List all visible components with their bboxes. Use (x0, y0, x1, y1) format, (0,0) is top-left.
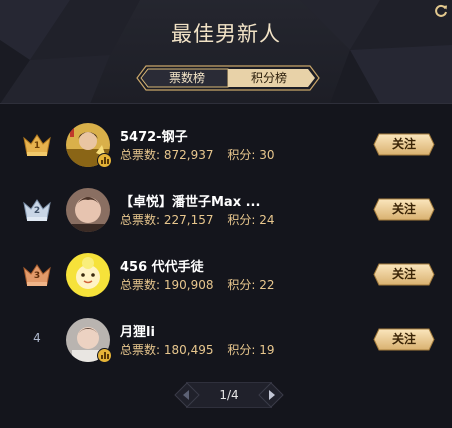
follow-label: 关注 (391, 137, 416, 151)
score-value: 22 (259, 278, 275, 292)
rank-number: 1 (33, 141, 41, 151)
page-indicator: 1/4 (219, 388, 239, 402)
tab-votes[interactable]: 票数榜 (146, 65, 228, 91)
follow-button[interactable]: 关注 (373, 328, 435, 351)
votes-value: 872,937 (163, 148, 214, 162)
votes-label: 总票数: (120, 213, 161, 227)
page-title: 最佳男新人 (171, 22, 281, 46)
follow-label: 关注 (391, 202, 416, 216)
bronze-crown-icon: 3 (21, 262, 53, 288)
score-value: 19 (259, 343, 275, 357)
pagination: 1/4 (174, 382, 284, 408)
votes-label: 总票数: (120, 148, 161, 162)
list-item: 2 【卓悦】潘世子Max ... 总票数: 227,157 积分: 24 关注 (0, 181, 452, 239)
votes-label: 总票数: (120, 343, 161, 357)
votes-value: 180,495 (163, 343, 214, 357)
stats: 总票数: 872,937 积分: 30 (120, 146, 274, 163)
streamer-name[interactable]: 【卓悦】潘世子Max ... (120, 191, 260, 210)
silver-crown-icon: 2 (21, 197, 53, 223)
score-label: 积分: (227, 278, 256, 292)
list-item: 1 5472-钢子 总票数: 872,937 积分: 30 关注 (0, 116, 452, 174)
score-label: 积分: (227, 213, 256, 227)
score-label: 积分: (227, 148, 256, 162)
votes-value: 227,157 (163, 213, 214, 227)
level-badge-icon (97, 153, 112, 168)
list-item: 4 月狸li 总票数: 180,495 积分: 19 关注 (0, 311, 452, 369)
stats: 总票数: 190,908 积分: 22 (120, 276, 274, 293)
rank-number: 2 (33, 206, 41, 216)
tab-points[interactable]: 积分榜 (228, 65, 310, 91)
streamer-name[interactable]: 456 代代手徒 (120, 256, 204, 275)
rank-number: 4 (33, 331, 41, 345)
header: 最佳男新人 票数榜 积分榜 (0, 0, 452, 104)
prev-page-button[interactable] (174, 382, 200, 408)
follow-button[interactable]: 关注 (373, 263, 435, 286)
avatar[interactable] (66, 318, 112, 363)
level-badge-icon (97, 348, 112, 363)
stats: 总票数: 180,495 积分: 19 (120, 341, 274, 358)
score-value: 24 (259, 213, 275, 227)
votes-value: 190,908 (163, 278, 214, 292)
rank-number: 3 (33, 271, 41, 281)
votes-label: 总票数: (120, 278, 161, 292)
streamer-name[interactable]: 月狸li (120, 321, 155, 340)
chevron-left-icon (174, 382, 200, 408)
follow-button[interactable]: 关注 (373, 133, 435, 156)
score-value: 30 (259, 148, 275, 162)
avatar[interactable] (66, 123, 112, 168)
follow-button[interactable]: 关注 (373, 198, 435, 221)
chevron-right-icon (258, 382, 284, 408)
list-item: 3 456 代代手徒 总票数: 190,908 积分: 22 关注 (0, 246, 452, 304)
ranking-list: 1 5472-钢子 总票数: 872,937 积分: 30 关注 2 【卓悦】潘… (0, 104, 452, 374)
streamer-name[interactable]: 5472-钢子 (120, 126, 188, 145)
rank-slot: 4 (21, 327, 53, 353)
avatar[interactable] (66, 188, 110, 232)
follow-label: 关注 (391, 267, 416, 281)
stats: 总票数: 227,157 积分: 24 (120, 211, 274, 228)
score-label: 积分: (227, 343, 256, 357)
avatar[interactable] (66, 253, 110, 297)
refresh-icon[interactable] (434, 4, 448, 18)
next-page-button[interactable] (258, 382, 284, 408)
ranking-tabs: 票数榜 积分榜 (136, 65, 320, 91)
gold-crown-icon: 1 (21, 132, 53, 158)
follow-label: 关注 (391, 332, 416, 346)
